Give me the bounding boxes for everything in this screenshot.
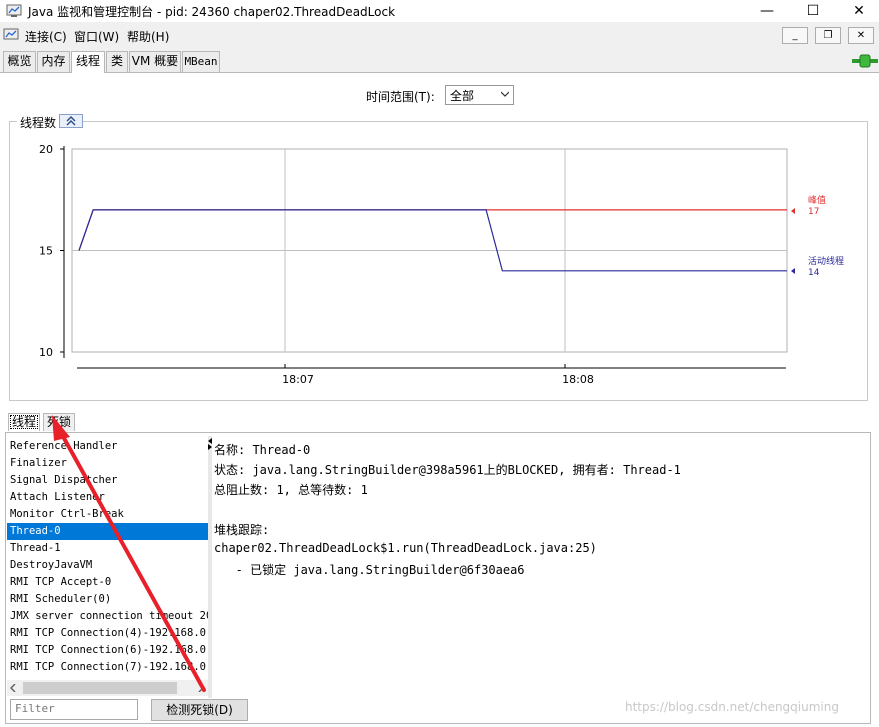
thread-list-item[interactable]: Finalizer <box>7 455 208 472</box>
watermark: https://blog.csdn.net/chengqiuming <box>625 700 839 714</box>
thread-list-item[interactable]: RMI Scheduler(0) <box>7 591 208 608</box>
filter-input[interactable]: Filter <box>10 699 138 720</box>
detect-deadlock-button[interactable]: 检测死锁(D) <box>151 699 248 721</box>
stack-trace-title: 堆栈跟踪: <box>214 523 270 537</box>
thread-list-item[interactable]: Attach Listener <box>7 489 208 506</box>
tab-threads-list[interactable]: 线程 <box>8 413 41 431</box>
thread-counts: 总阻止数: 1, 总等待数: 1 <box>214 483 368 497</box>
thread-state: 状态: java.lang.StringBuilder@398a5961上的BL… <box>214 463 681 477</box>
stack-frame: chaper02.ThreadDeadLock$1.run(ThreadDead… <box>214 541 597 555</box>
thread-list-item[interactable]: RMI TCP Accept-0 <box>7 574 208 591</box>
legend-name: 峰值 <box>808 194 826 206</box>
tab-deadlock[interactable]: 死锁 <box>43 413 76 431</box>
y-tick-label: 15 <box>39 245 53 258</box>
x-tick-label: 18:08 <box>562 373 594 386</box>
thread-list[interactable]: Reference Handler Finalizer Signal Dispatc… <box>7 438 208 678</box>
legend-value: 14 <box>808 268 820 278</box>
scrollbar-thumb[interactable] <box>23 682 177 694</box>
thread-list-item[interactable]: Thread-0 <box>7 523 208 540</box>
splitter-arrows-icon[interactable] <box>208 438 212 450</box>
locked-monitor: - 已锁定 java.lang.StringBuilder@6f30aea6 <box>214 563 525 577</box>
thread-list-item[interactable]: JMX server connection timeout 20 <box>7 608 208 625</box>
thread-list-item[interactable]: RMI TCP Connection(7)-192.168.0.1 <box>7 659 208 676</box>
thread-list-item[interactable]: Monitor Ctrl-Break <box>7 506 208 523</box>
split-pane-divider[interactable] <box>208 436 212 698</box>
x-tick-label: 18:07 <box>282 373 314 386</box>
horizontal-scrollbar[interactable] <box>7 680 208 696</box>
series-marker <box>791 268 795 274</box>
thread-list-item[interactable]: DestroyJavaVM <box>7 557 208 574</box>
thread-list-item[interactable]: RMI TCP Connection(6)-192.168.0.1 <box>7 642 208 659</box>
thread-list-item[interactable]: Reference Handler <box>7 438 208 455</box>
legend-name: 活动线程 <box>808 255 844 267</box>
scroll-right-icon[interactable] <box>197 684 205 692</box>
thread-list-item[interactable]: RMI TCP Connection(4)-192.168.0.1 <box>7 625 208 642</box>
y-tick-label: 20 <box>39 143 53 156</box>
legend-value: 17 <box>808 207 819 217</box>
y-tick-label: 10 <box>39 346 53 359</box>
scroll-left-icon[interactable] <box>9 684 17 692</box>
thread-name: 名称: Thread-0 <box>214 443 311 457</box>
thread-list-item[interactable]: Thread-1 <box>7 540 208 557</box>
thread-list-item[interactable]: Signal Dispatcher <box>7 472 208 489</box>
thread-chart: 20 15 10 18:07 18:08 峰值17 活动线程14 <box>39 143 844 386</box>
chart-grid <box>60 146 788 369</box>
series-marker <box>791 208 795 214</box>
